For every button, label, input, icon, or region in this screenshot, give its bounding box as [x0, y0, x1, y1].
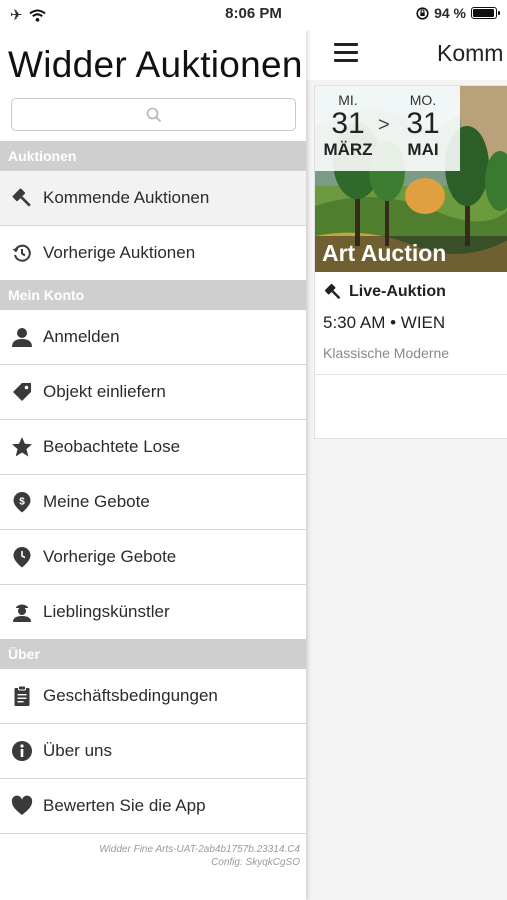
card-caption-text: Art Auction [322, 240, 447, 266]
menu-item-label: Vorherige Gebote [43, 547, 177, 566]
live-auction-row: Live-Auktion [323, 282, 446, 302]
auction-image: MI. 31 MÄRZ > MO. 31 MAI Art Auction [315, 86, 507, 272]
menu-item-meine-gebote[interactable]: $ Meine Gebote [0, 475, 306, 530]
start-day-of-week: MI. [338, 92, 358, 108]
section-auktionen: Auktionen [0, 141, 306, 171]
status-bar: ✈ 8:06 PM 94 % [0, 0, 507, 30]
start-day: 31 [331, 107, 365, 140]
battery-percent: 94 % [434, 5, 466, 21]
info-icon [12, 741, 32, 761]
menu-item-label: Vorherige Auktionen [43, 243, 196, 262]
tag-icon [13, 383, 31, 401]
auction-category: Klassische Moderne [323, 345, 450, 361]
menu-item-geschaeftsbedingungen[interactable]: Geschäftsbedingungen [0, 669, 306, 724]
menu-item-label: Anmelden [43, 327, 120, 346]
star-icon [12, 437, 32, 457]
menu-item-vorherige-gebote[interactable]: Vorherige Gebote [0, 530, 306, 585]
build-info: Widder Fine Arts-UAT-2ab4b1757b.23314.C4… [99, 843, 300, 869]
section-ueber: Über [0, 639, 306, 669]
date-separator: > [378, 114, 390, 136]
section-mein-konto: Mein Konto [0, 280, 306, 310]
clipboard-icon [14, 685, 30, 706]
battery-fill [473, 9, 494, 17]
app-title: Widder Auktionen [8, 44, 303, 85]
battery-icon [471, 7, 500, 19]
card-caption: Art Auction [315, 236, 507, 272]
menu-item-kommende-auktionen[interactable]: Kommende Auktionen [0, 171, 306, 226]
build-info-line1: Widder Fine Arts-UAT-2ab4b1757b.23314.C4 [99, 844, 300, 855]
side-drawer: Widder Auktionen Auktionen Kommende Aukt… [0, 30, 306, 900]
status-right: 94 % [416, 5, 500, 21]
menu-item-label: Objekt einliefern [43, 382, 166, 401]
menu-item-anmelden[interactable]: Anmelden [0, 310, 306, 365]
start-date: MI. 31 MÄRZ [318, 92, 378, 160]
section-auktionen-label: Auktionen [8, 148, 77, 164]
heart-icon [11, 795, 33, 815]
end-month: MAI [407, 140, 439, 159]
clock-pin-icon [13, 547, 31, 568]
menu-item-ueber-uns[interactable]: Über uns [0, 724, 306, 779]
menu-item-bewerten[interactable]: Bewerten Sie die App [0, 779, 306, 834]
search-input[interactable] [11, 98, 296, 131]
hamburger-menu-icon[interactable] [334, 43, 358, 63]
menu-item-label: Bewerten Sie die App [43, 796, 206, 815]
history-icon [12, 244, 31, 262]
section-ueber-label: Über [8, 646, 40, 662]
card-divider [315, 374, 507, 375]
start-month: MÄRZ [323, 140, 373, 159]
menu-item-label: Beobachtete Lose [43, 437, 181, 456]
gavel-icon [324, 283, 341, 300]
user-icon [12, 328, 32, 347]
dollar-pin-icon: $ [13, 492, 31, 513]
menu-item-vorherige-auktionen[interactable]: Vorherige Auktionen [0, 226, 306, 281]
main-title: Komm [437, 40, 504, 66]
menu-item-label: Lieblingskünstler [43, 602, 170, 621]
build-info-line2: Config: SkyqkCgSO [211, 857, 300, 868]
menu-item-label: Meine Gebote [43, 492, 150, 511]
orientation-lock-icon [416, 6, 429, 20]
menu-item-label: Geschäftsbedingungen [43, 686, 218, 705]
menu-item-objekt-einliefern[interactable]: Objekt einliefern [0, 365, 306, 420]
auction-time-location: 5:30 AM • WIEN [323, 313, 446, 332]
menu-item-lieblingskuenstler[interactable]: Lieblingskünstler [0, 585, 306, 640]
artist-icon [13, 604, 31, 622]
svg-text:$: $ [19, 497, 25, 508]
menu-item-beobachtete-lose[interactable]: Beobachtete Lose [0, 420, 306, 475]
date-range: MI. 31 MÄRZ > MO. 31 MAI [315, 86, 460, 171]
end-day: 31 [406, 107, 440, 140]
main-header: Komm [306, 30, 507, 80]
end-date: MO. 31 MAI [393, 92, 453, 160]
section-mein-konto-label: Mein Konto [8, 287, 85, 303]
end-day-of-week: MO. [409, 92, 437, 108]
search-icon [146, 107, 162, 123]
auction-card[interactable]: MI. 31 MÄRZ > MO. 31 MAI Art Auction Liv… [314, 85, 507, 439]
gavel-icon [12, 188, 31, 207]
live-auction-label: Live-Auktion [349, 283, 446, 300]
main-content: Komm MI. 31 MÄRZ > MO. 31 MAI Art Auctio… [306, 30, 507, 900]
menu-item-label: Kommende Auktionen [43, 188, 210, 207]
menu-item-label: Über uns [43, 741, 112, 760]
